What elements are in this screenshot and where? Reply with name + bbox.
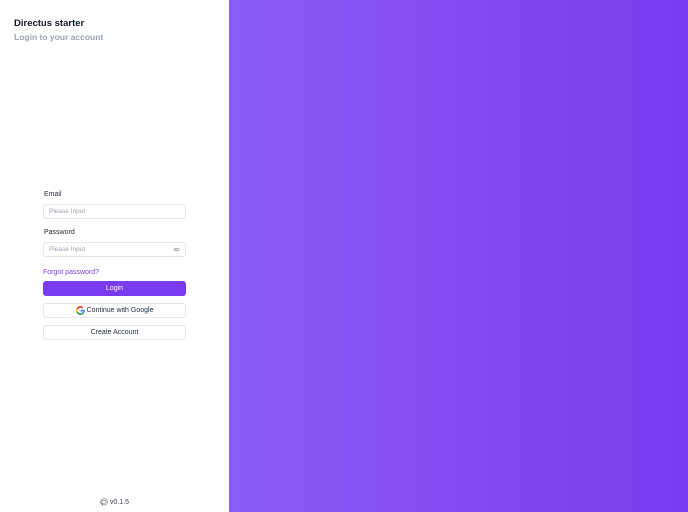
github-icon[interactable] — [100, 498, 108, 506]
email-label: Email — [44, 191, 62, 198]
gradient-panel — [229, 0, 688, 512]
google-login-button[interactable]: Continue with Google — [43, 303, 186, 318]
email-placeholder: Please Input — [49, 208, 86, 215]
create-account-label: Create Account — [90, 329, 139, 336]
version-text: v0.1.5 — [109, 498, 130, 506]
login-panel: Directus starter Login to your account E… — [0, 0, 229, 512]
app-title: Directus starter — [14, 18, 85, 29]
password-label: Password — [44, 229, 75, 236]
email-field[interactable]: Please Input — [43, 204, 186, 219]
login-form: Email Please Input Password Please Input… — [43, 190, 186, 340]
password-field[interactable]: Please Input — [43, 242, 186, 257]
google-icon — [75, 306, 85, 315]
brand-header: Directus starter Login to your account — [14, 17, 103, 43]
version-footer: v0.1.5 — [0, 498, 229, 506]
google-button-label: Continue with Google — [86, 307, 154, 314]
login-button-label: Login — [105, 285, 124, 292]
login-button[interactable]: Login — [43, 281, 186, 296]
login-page: Directus starter Login to your account E… — [0, 0, 688, 512]
forgot-password-link[interactable]: Forgot password? — [43, 268, 186, 278]
page-subtitle: Login to your account — [14, 32, 104, 42]
eye-icon[interactable] — [173, 246, 180, 253]
create-account-button[interactable]: Create Account — [43, 325, 186, 340]
password-placeholder: Please Input — [49, 246, 86, 253]
